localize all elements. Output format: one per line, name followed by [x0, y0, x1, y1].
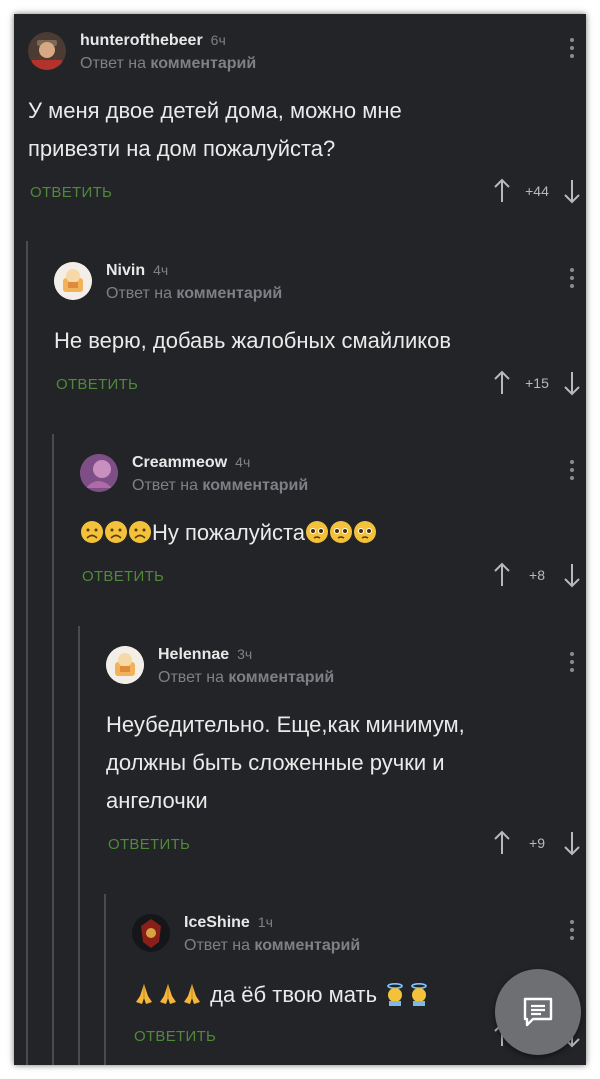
more-options-icon[interactable]	[570, 652, 576, 672]
reply-context[interactable]: Ответ на комментарий	[132, 477, 308, 495]
angel-emoji-icon	[411, 982, 427, 1006]
thread-line	[26, 241, 28, 1065]
reply-context[interactable]: Ответ на комментарий	[80, 55, 256, 73]
pleading-face-emoji-icon	[354, 521, 377, 543]
purple-photo-avatar-icon	[80, 454, 118, 492]
comment-text: У меня двое детей дома, можно мне привез…	[28, 98, 402, 161]
folded-hands-emoji-icon	[136, 984, 152, 1004]
username[interactable]: hunterofthebeer	[80, 32, 203, 50]
vote-score: +8	[529, 567, 545, 583]
vote-score: +44	[525, 183, 549, 199]
comment-text: да ёб твою мать	[132, 976, 552, 1014]
vote-score: +15	[525, 375, 549, 391]
more-options-icon[interactable]	[570, 268, 576, 288]
comment-text: Ну пожалуйста	[80, 514, 540, 552]
upvote-icon[interactable]	[492, 562, 512, 588]
comment-icon	[523, 997, 553, 1027]
comment-time: 1ч	[257, 914, 273, 930]
comment-time: 6ч	[210, 32, 226, 48]
comment-time: 3ч	[237, 646, 253, 662]
vote-score: +9	[529, 835, 545, 851]
upvote-icon[interactable]	[492, 830, 512, 856]
upvote-icon[interactable]	[492, 178, 512, 204]
upvote-icon[interactable]	[492, 370, 512, 396]
disappointed-face-emoji-icon	[105, 521, 127, 543]
comments-screen: hunterofthebeer 6ч Ответ на комментарий …	[14, 14, 586, 1065]
folded-hands-emoji-icon	[160, 984, 176, 1004]
user-avatar[interactable]	[80, 454, 118, 492]
reply-context[interactable]: Ответ на комментарий	[158, 669, 334, 687]
username[interactable]: Creammeow	[132, 454, 227, 472]
downvote-icon[interactable]	[562, 562, 582, 588]
reply-button[interactable]: ОТВЕТИТЬ	[82, 568, 164, 585]
disappointed-face-emoji-icon	[129, 521, 151, 543]
pleading-face-emoji-icon	[306, 521, 329, 543]
reply-context[interactable]: Ответ на комментарий	[184, 937, 360, 955]
cartoon-avatar-icon	[54, 262, 92, 300]
pleading-face-emoji-icon	[330, 521, 353, 543]
user-avatar[interactable]	[54, 262, 92, 300]
user-avatar[interactable]	[28, 32, 66, 70]
user-avatar[interactable]	[132, 914, 170, 952]
downvote-icon[interactable]	[562, 370, 582, 396]
comment-time: 4ч	[153, 262, 169, 278]
bearded-man-avatar-icon	[28, 32, 66, 70]
username[interactable]: Helennae	[158, 646, 229, 664]
username[interactable]: IceShine	[184, 914, 250, 932]
comment-text: Неубедительно. Еще,как минимум, должны б…	[106, 712, 465, 813]
thread-line	[104, 894, 106, 1065]
disappointed-face-emoji-icon	[81, 521, 103, 543]
thread-line	[52, 434, 54, 1065]
reply-button[interactable]: ОТВЕТИТЬ	[108, 836, 190, 853]
new-comment-button[interactable]	[495, 969, 581, 1055]
comment-text: Не верю, добавь жалобных смайликов	[54, 328, 452, 353]
reply-button[interactable]: ОТВЕТИТЬ	[56, 376, 138, 393]
more-options-icon[interactable]	[570, 920, 576, 940]
reply-button[interactable]: ОТВЕТИТЬ	[134, 1028, 216, 1045]
comment-text-content: да ёб твою мать	[210, 982, 378, 1007]
downvote-icon[interactable]	[562, 830, 582, 856]
reply-context[interactable]: Ответ на комментарий	[106, 285, 282, 303]
comment-text-content: Ну пожалуйста	[152, 520, 306, 545]
more-options-icon[interactable]	[570, 38, 576, 58]
dark-emblem-avatar-icon	[132, 914, 170, 952]
folded-hands-emoji-icon	[184, 984, 200, 1004]
user-avatar[interactable]	[106, 646, 144, 684]
thread-line	[78, 626, 80, 1065]
more-options-icon[interactable]	[570, 460, 576, 480]
username[interactable]: Nivin	[106, 262, 145, 280]
angel-emoji-icon	[387, 982, 403, 1006]
downvote-icon[interactable]	[562, 178, 582, 204]
comment-time: 4ч	[235, 454, 251, 470]
cartoon-avatar-icon	[106, 646, 144, 684]
reply-button[interactable]: ОТВЕТИТЬ	[30, 184, 112, 201]
